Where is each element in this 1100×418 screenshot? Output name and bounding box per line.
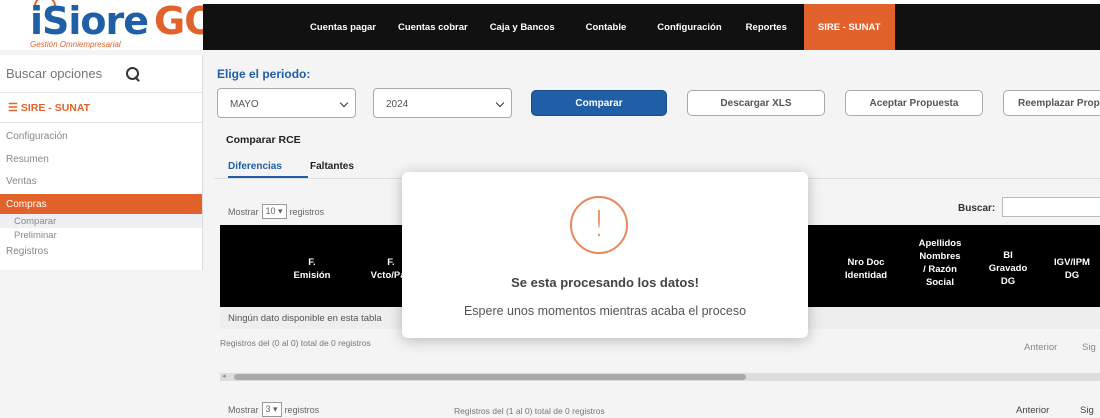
processing-dialog: ! Se esta procesando los datos! Espere u… [402,172,808,338]
dialog-message: Espere unos momentos mientras acaba el p… [463,304,747,318]
dialog-title: Se esta procesando los datos! [511,275,699,290]
modal-overlay: ! Se esta procesando los datos! Espere u… [0,0,1100,418]
exclamation-icon: ! [570,196,628,254]
